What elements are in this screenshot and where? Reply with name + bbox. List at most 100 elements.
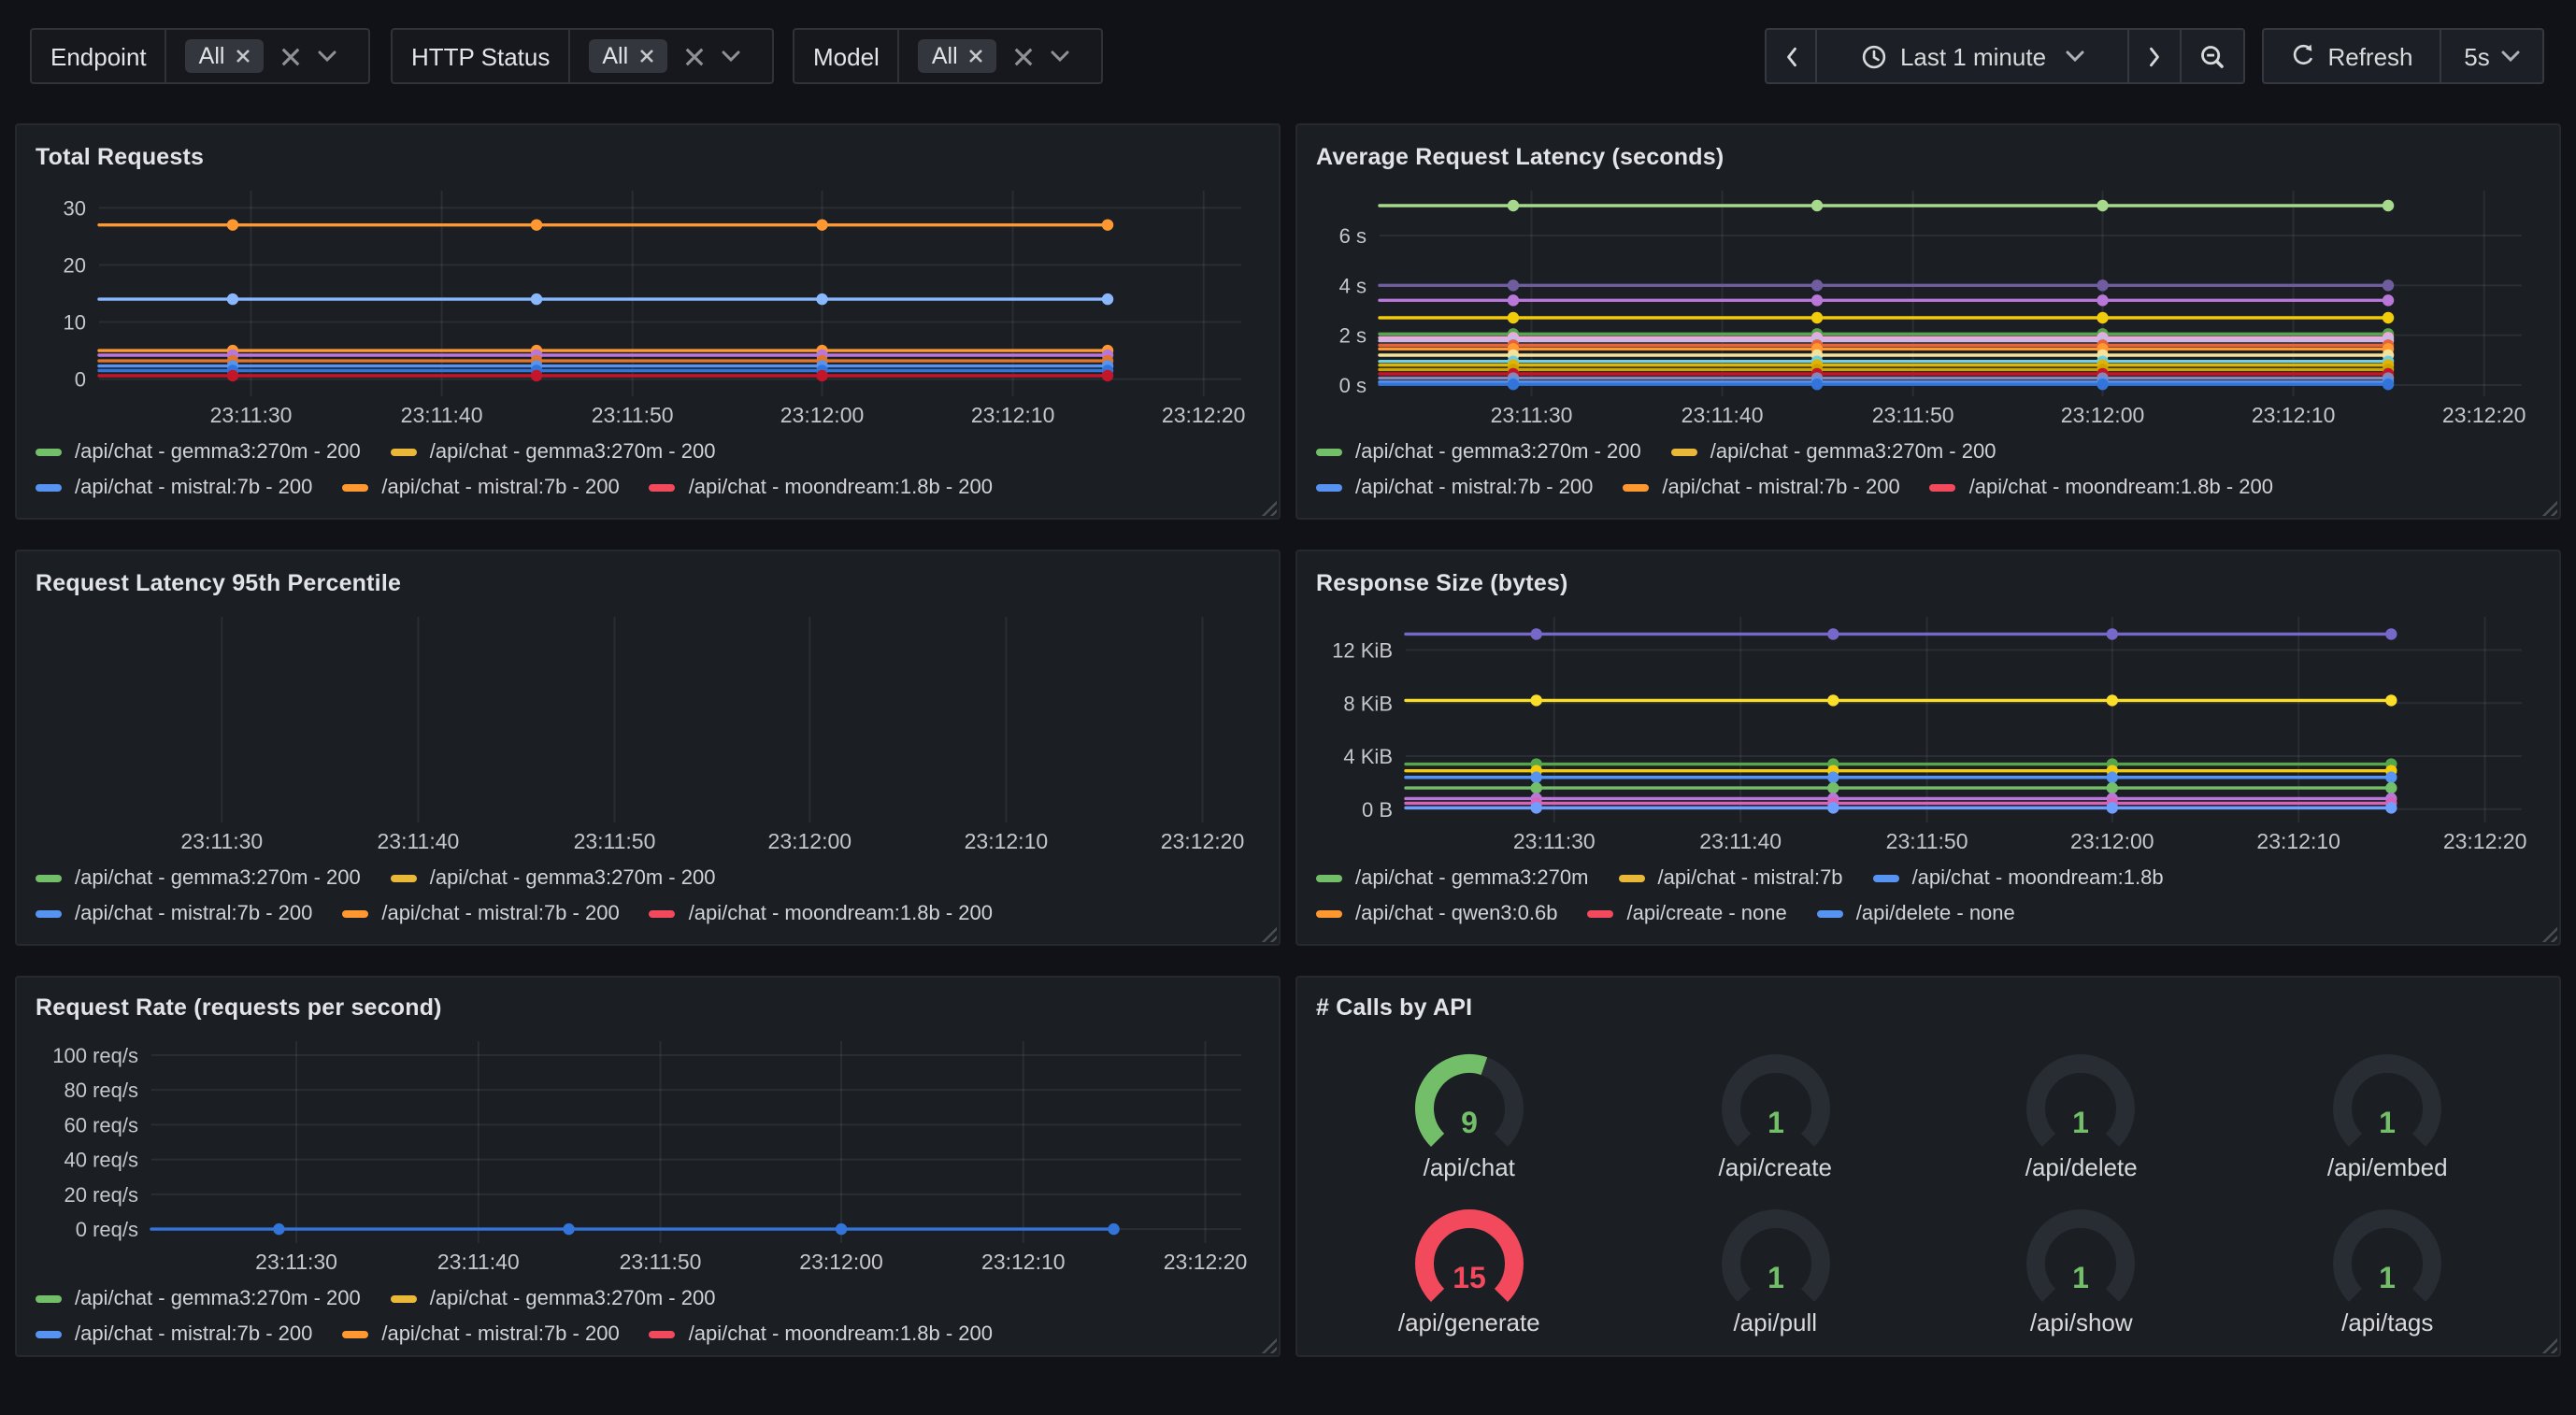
legend-series-swatch (342, 1330, 368, 1337)
clear-selection-icon[interactable] (684, 46, 705, 66)
legend-item[interactable]: /api/chat - gemma3:270m - 200 (36, 440, 361, 463)
data-point-marker (816, 293, 827, 305)
chart-legend: /api/chat - gemma3:270m - 200/api/chat -… (1316, 434, 2540, 505)
gauge-api-create: 1/api/create (1623, 1034, 1929, 1189)
panel-title[interactable]: Total Requests (36, 138, 1260, 179)
time-series-chart[interactable]: 0 req/s20 req/s40 req/s60 req/s80 req/s1… (36, 1030, 1260, 1277)
legend-item[interactable]: /api/chat - mistral:7b (1618, 866, 1842, 889)
legend-series-label: /api/chat - gemma3:270m - 200 (75, 440, 361, 463)
legend-item[interactable]: /api/chat - gemma3:270m - 200 (36, 866, 361, 889)
legend-item[interactable]: /api/chat - mistral:7b - 200 (342, 902, 619, 924)
remove-tag-icon[interactable] (236, 49, 250, 64)
legend-item[interactable]: /api/chat - mistral:7b - 200 (36, 1322, 312, 1345)
legend-item[interactable]: /api/chat - moondream:1.8b (1873, 866, 2164, 889)
filter-model: Model All (793, 28, 1103, 84)
data-point-marker (1827, 772, 1839, 783)
legend-item[interactable]: /api/chat - gemma3:270m - 200 (1316, 440, 1641, 463)
x-axis-tick-label: 23:12:00 (2061, 403, 2145, 427)
y-axis-tick-label: 0 (75, 368, 86, 392)
panel-resize-handle[interactable] (2539, 497, 2557, 516)
data-point-marker (1530, 782, 1541, 793)
legend-series-swatch (36, 909, 62, 917)
legend-series-swatch (36, 483, 62, 491)
legend-series-swatch (36, 448, 62, 455)
legend-item[interactable]: /api/chat - mistral:7b - 200 (342, 1322, 619, 1345)
legend-item[interactable]: /api/chat - moondream:1.8b - 200 (650, 902, 993, 924)
legend-item[interactable]: /api/chat - gemma3:270m (1316, 866, 1588, 889)
time-range-back-button[interactable] (1765, 28, 1817, 84)
data-point-marker (1530, 802, 1541, 813)
filter-model-pill[interactable]: All (919, 39, 997, 73)
panel-title[interactable]: Request Latency 95th Percentile (36, 565, 1260, 606)
gauge-value: 9 (1461, 1106, 1478, 1139)
legend-item[interactable]: /api/create - none (1588, 902, 1787, 924)
legend-item[interactable]: /api/chat - mistral:7b - 200 (1623, 476, 1899, 498)
data-point-marker (1827, 628, 1839, 639)
legend-item[interactable]: /api/chat - gemma3:270m - 200 (391, 866, 716, 889)
filter-endpoint-value[interactable]: All (167, 30, 356, 82)
panel-resize-handle[interactable] (1258, 497, 1277, 516)
gauge-api-chat: 9/api/chat (1316, 1034, 1623, 1189)
legend-item[interactable]: /api/chat - moondream:1.8b - 200 (1930, 476, 2273, 498)
refresh-interval-dropdown[interactable]: 5s (2441, 28, 2544, 84)
x-axis-tick-label: 23:12:10 (2252, 403, 2336, 427)
x-axis-tick-label: 23:12:20 (1162, 403, 1246, 427)
x-axis-tick-label: 23:12:20 (1161, 829, 1245, 853)
legend-item[interactable]: /api/chat - qwen3:0.6b (1316, 902, 1558, 924)
legend-item[interactable]: /api/delete - none (1817, 902, 2015, 924)
panel-resize-handle[interactable] (1258, 1335, 1277, 1353)
time-series-chart[interactable]: 0 s2 s4 s6 s23:11:3023:11:4023:11:5023:1… (1316, 179, 2540, 430)
legend-series-label: /api/chat - mistral:7b (1657, 866, 1842, 889)
legend-series-label: /api/chat - mistral:7b - 200 (1662, 476, 1899, 498)
legend-item[interactable]: /api/chat - mistral:7b - 200 (36, 902, 312, 924)
legend-item[interactable]: /api/chat - gemma3:270m - 200 (1671, 440, 1996, 463)
x-axis-tick-label: 23:11:30 (1491, 403, 1573, 427)
filter-http-status-pill[interactable]: All (589, 39, 667, 73)
time-range-picker[interactable]: Last 1 minute (1817, 28, 2129, 84)
time-series-chart[interactable]: 0 B4 KiB8 KiB12 KiB23:11:3023:11:4023:11… (1316, 606, 2540, 856)
legend-series-label: /api/chat - mistral:7b - 200 (75, 902, 312, 924)
gauge-arc: 1 (1969, 1034, 2194, 1157)
panel-title[interactable]: Average Request Latency (seconds) (1316, 138, 2540, 179)
legend-item[interactable]: /api/chat - moondream:1.8b - 200 (650, 476, 993, 498)
time-series-chart[interactable]: 23:11:3023:11:4023:11:5023:12:0023:12:10… (36, 606, 1260, 856)
zoom-out-time-button[interactable] (2182, 28, 2245, 84)
legend-item[interactable]: /api/chat - gemma3:270m - 200 (391, 1287, 716, 1309)
legend-item[interactable]: /api/chat - mistral:7b - 200 (342, 476, 619, 498)
panel-title[interactable]: Response Size (bytes) (1316, 565, 2540, 606)
gauge-arc: 1 (1969, 1189, 2194, 1312)
time-series-chart[interactable]: 010203023:11:3023:11:4023:11:5023:12:002… (36, 179, 1260, 430)
panel-resize-handle[interactable] (1258, 923, 1277, 942)
filter-http-status-value[interactable]: All (570, 30, 759, 82)
legend-series-label: /api/chat - gemma3:270m - 200 (430, 866, 716, 889)
remove-tag-icon[interactable] (969, 49, 984, 64)
panel-title[interactable]: Request Rate (requests per second) (36, 989, 1260, 1030)
remove-tag-icon[interactable] (639, 49, 654, 64)
gauge-api-pull: 1/api/pull (1623, 1189, 1929, 1344)
clear-selection-icon[interactable] (280, 46, 301, 66)
panel-resize-handle[interactable] (2539, 923, 2557, 942)
legend-series-swatch (391, 1294, 417, 1302)
legend-series-label: /api/delete - none (1856, 902, 2015, 924)
time-range-forward-button[interactable] (2129, 28, 2182, 84)
data-point-marker (2107, 628, 2118, 639)
legend-item[interactable]: /api/chat - mistral:7b - 200 (1316, 476, 1593, 498)
refresh-button[interactable]: Refresh (2262, 28, 2441, 84)
x-axis-tick-label: 23:12:20 (2443, 829, 2527, 853)
chevron-down-icon[interactable] (722, 50, 740, 62)
filter-endpoint-pill[interactable]: All (186, 39, 265, 73)
panel-title[interactable]: # Calls by API (1316, 989, 2540, 1030)
panel-resize-handle[interactable] (2539, 1335, 2557, 1353)
legend-item[interactable]: /api/chat - gemma3:270m - 200 (36, 1287, 361, 1309)
chevron-down-icon[interactable] (318, 50, 336, 62)
clear-selection-icon[interactable] (1014, 46, 1035, 66)
legend-series-swatch (1618, 874, 1644, 881)
time-range-label: Last 1 minute (1900, 42, 2046, 70)
filter-model-value[interactable]: All (900, 30, 1089, 82)
chevron-down-icon[interactable] (1052, 50, 1070, 62)
y-axis-tick-label: 10 (64, 311, 86, 335)
data-point-marker (836, 1223, 847, 1235)
legend-item[interactable]: /api/chat - gemma3:270m - 200 (391, 440, 716, 463)
legend-item[interactable]: /api/chat - moondream:1.8b - 200 (650, 1322, 993, 1345)
legend-item[interactable]: /api/chat - mistral:7b - 200 (36, 476, 312, 498)
